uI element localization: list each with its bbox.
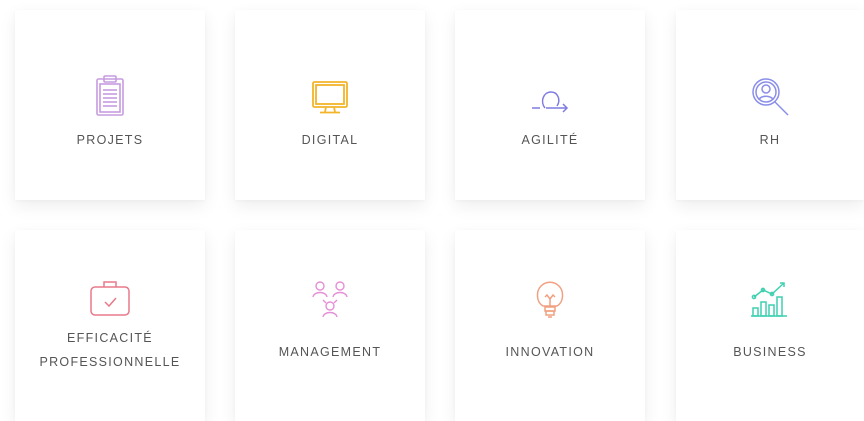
- card-label: AGILITÉ: [521, 133, 579, 147]
- card-agilite[interactable]: AGILITÉ: [455, 10, 645, 200]
- team-icon: [306, 275, 354, 323]
- person-search-icon: [746, 73, 794, 121]
- card-label-line: PROFESSIONNELLE: [39, 355, 181, 369]
- card-label: MANAGEMENT: [278, 345, 382, 359]
- card-management[interactable]: MANAGEMENT: [235, 230, 425, 421]
- card-label: DIGITAL: [301, 133, 359, 147]
- service-grid: PROJETS DIGITAL AGILITÉ RH EFFICACITÉ PR…: [0, 0, 864, 421]
- card-business[interactable]: BUSINESS: [676, 230, 864, 421]
- card-innovation[interactable]: INNOVATION: [455, 230, 645, 421]
- card-label: INNOVATION: [505, 345, 595, 359]
- growth-chart-icon: [746, 275, 794, 323]
- monitor-icon: [306, 73, 354, 121]
- card-label-line: EFFICACITÉ: [67, 331, 153, 345]
- card-label: EFFICACITÉ PROFESSIONNELLE: [15, 326, 205, 374]
- card-label: BUSINESS: [733, 345, 807, 359]
- card-efficacite-professionnelle[interactable]: EFFICACITÉ PROFESSIONNELLE: [15, 230, 205, 421]
- card-digital[interactable]: DIGITAL: [235, 10, 425, 200]
- card-projets[interactable]: PROJETS: [15, 10, 205, 200]
- clipboard-icon: [86, 73, 134, 121]
- card-rh[interactable]: RH: [676, 10, 864, 200]
- card-label: PROJETS: [76, 133, 144, 147]
- card-label: RH: [759, 133, 781, 147]
- lightbulb-icon: [526, 275, 574, 323]
- briefcase-check-icon: [86, 275, 134, 323]
- loop-arrow-icon: [526, 73, 574, 121]
